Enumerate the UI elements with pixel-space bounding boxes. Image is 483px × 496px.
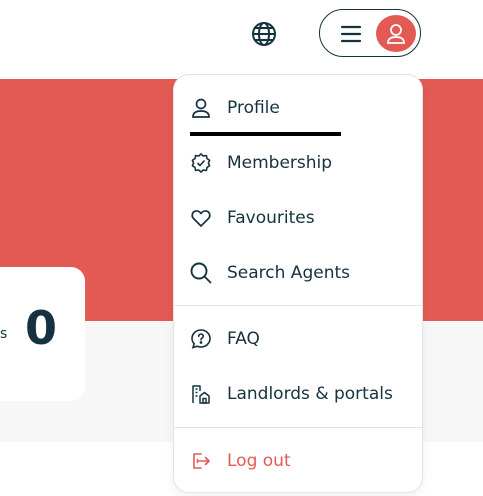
- active-indicator: [190, 132, 341, 136]
- badge-check-icon: [189, 151, 213, 175]
- language-button[interactable]: [247, 17, 281, 51]
- logout-icon: [189, 449, 213, 473]
- menu-item-label: Log out: [227, 451, 291, 471]
- menu-item-label: Search Agents: [227, 263, 350, 283]
- menu-item-logout[interactable]: Log out: [174, 441, 422, 481]
- menu-item-label: FAQ: [227, 329, 260, 349]
- buildings-icon: [189, 382, 213, 406]
- user-icon: [189, 96, 213, 120]
- heart-icon: [189, 206, 213, 230]
- menu-item-faq[interactable]: FAQ: [174, 319, 422, 359]
- menu-divider: [174, 427, 422, 428]
- menu-item-label: Profile: [227, 98, 280, 118]
- menu-item-membership[interactable]: Membership: [174, 143, 422, 183]
- menu-item-favourites[interactable]: Favourites: [174, 198, 422, 238]
- avatar: [376, 15, 416, 52]
- menu-item-label: Landlords & portals: [227, 384, 393, 404]
- menu-item-label: Membership: [227, 153, 333, 173]
- globe-icon: [252, 22, 276, 46]
- menu-divider: [174, 305, 422, 306]
- account-menu-toggle[interactable]: [319, 9, 421, 57]
- menu-item-label: Favourites: [227, 208, 315, 228]
- stat-value: 0: [25, 301, 58, 355]
- menu-item-search-agents[interactable]: Search Agents: [174, 253, 422, 293]
- stat-card: s 0: [0, 267, 85, 401]
- hamburger-icon: [340, 25, 362, 43]
- user-icon: [387, 23, 405, 44]
- account-dropdown-menu: Profile Membership Favourites Search Age…: [173, 74, 423, 493]
- stat-label: s: [0, 326, 8, 342]
- top-header: [0, 0, 483, 79]
- menu-item-profile[interactable]: Profile: [174, 88, 422, 128]
- search-icon: [189, 261, 213, 285]
- question-icon: [189, 327, 213, 351]
- menu-item-landlords-portals[interactable]: Landlords & portals: [174, 374, 422, 414]
